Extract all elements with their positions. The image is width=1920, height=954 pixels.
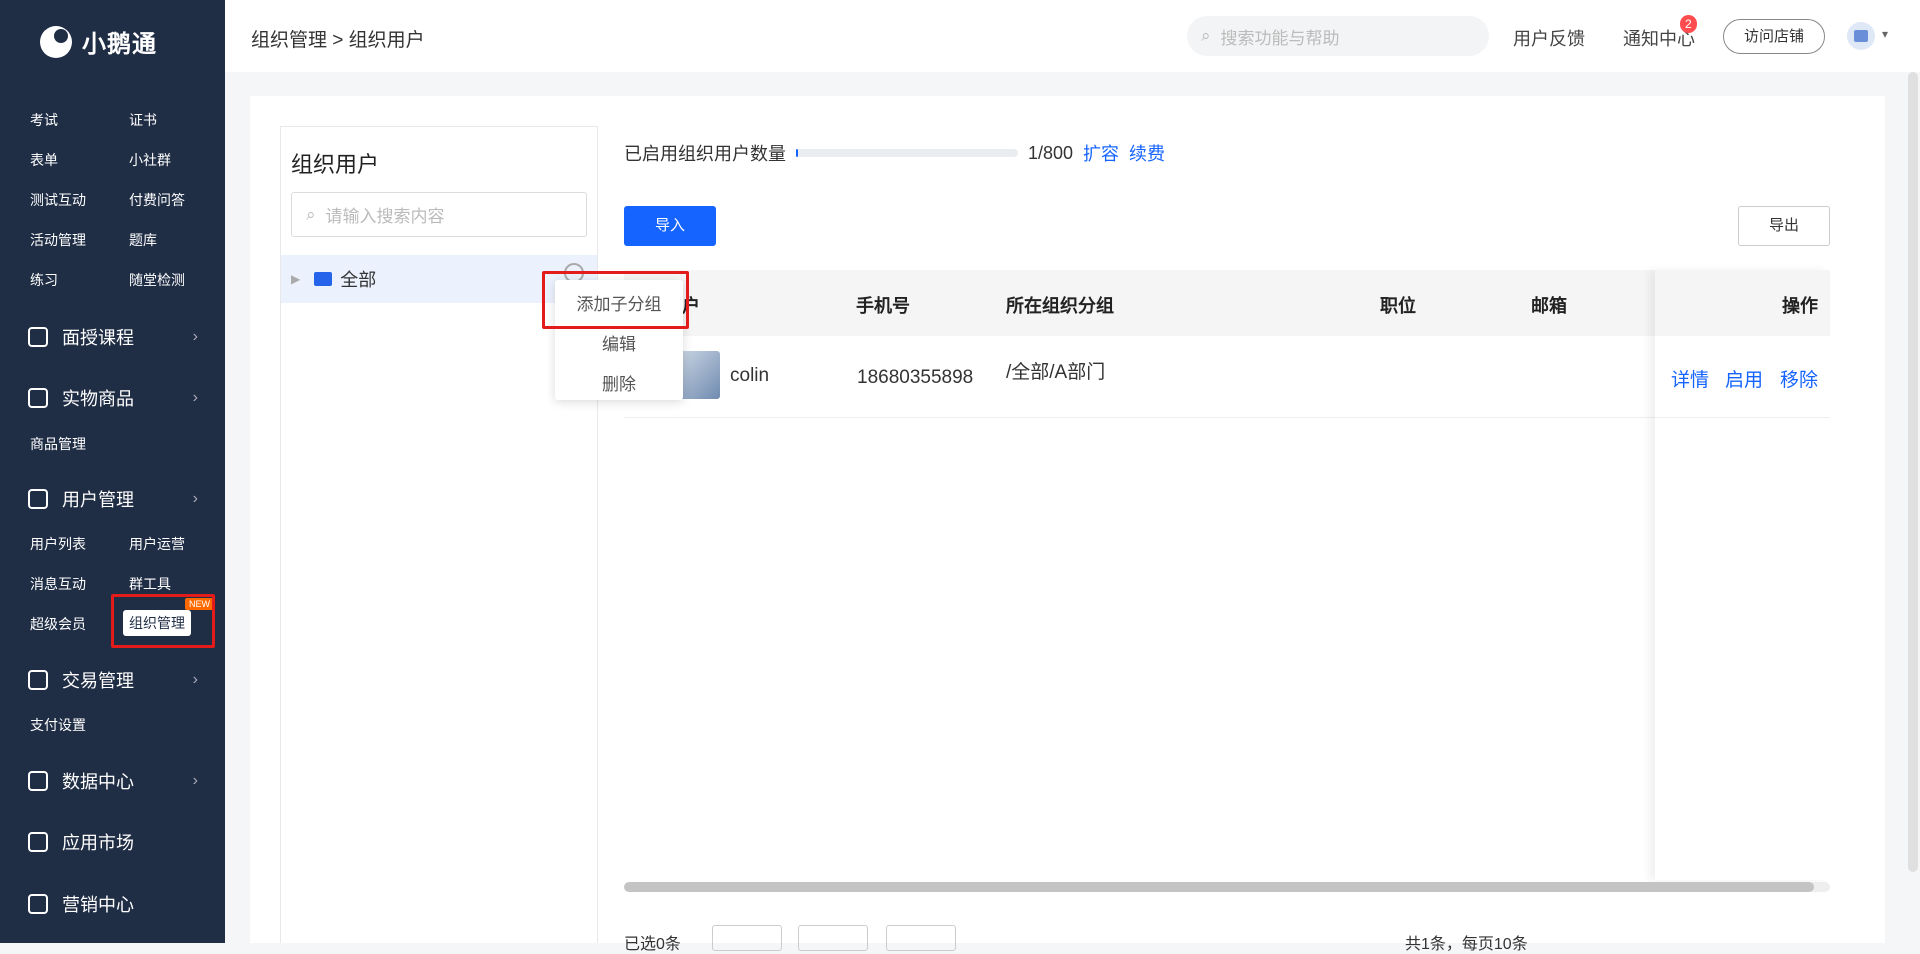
sidebar-item-user-ops[interactable]: 用户运营	[129, 534, 185, 554]
highlight-box-add-subgroup	[542, 271, 689, 329]
chevron-right-icon: ›	[192, 389, 198, 406]
sidebar-item-goods-manage[interactable]: 商品管理	[30, 434, 86, 454]
notify-badge: 2	[1680, 15, 1697, 33]
col-group: 所在组织分组	[1006, 296, 1114, 316]
sidebar-item-question-bank[interactable]: 题库	[129, 230, 157, 250]
pagination-summary: 共1条，每页10条	[1405, 936, 1528, 953]
search-input[interactable]: ⌕ 搜索功能与帮助	[1187, 16, 1489, 56]
feedback-link[interactable]: 用户反馈	[1513, 25, 1585, 51]
sidebar-item-community[interactable]: 小社群	[129, 150, 171, 170]
bulk-action-button[interactable]	[798, 925, 868, 951]
user-gear-icon	[28, 489, 48, 509]
caret-right-icon[interactable]: ▶	[291, 272, 300, 286]
scrollbar-thumb[interactable]	[624, 882, 1814, 892]
usage-counter: 已启用组织用户数量 1/800 扩容 续费	[624, 140, 1165, 166]
chevron-right-icon: ›	[192, 671, 198, 688]
sidebar-item-messages[interactable]: 消息互动	[30, 574, 86, 594]
search-icon: ⌕	[306, 204, 316, 224]
fixed-ops-column	[1655, 270, 1830, 880]
cell-phone: 18680355898	[857, 367, 974, 388]
tree-search-input[interactable]: ⌕ 请输入搜索内容	[291, 192, 587, 237]
usage-progress-bar	[796, 149, 1018, 157]
sidebar: 小鹅通 考试 证书 表单 小社群 测试互动 付费问答 活动管理 题库 练习 随堂…	[0, 0, 225, 943]
sidebar-item-group-tools[interactable]: 群工具	[129, 574, 171, 594]
sidebar-section-trade[interactable]: 交易管理 ›	[28, 667, 198, 693]
col-email: 邮箱	[1531, 296, 1567, 316]
col-phone: 手机号	[856, 296, 910, 316]
selected-count: 已选0条	[624, 936, 681, 953]
cell-group: /全部/A部门	[1006, 362, 1106, 383]
sidebar-item-exam[interactable]: 考试	[30, 110, 58, 130]
highlight-box-org	[111, 594, 215, 648]
sidebar-section-data[interactable]: 数据中心 ›	[28, 768, 198, 794]
bulk-action-button[interactable]	[886, 925, 956, 951]
top-bar: 组织管理 > 组织用户 ⌕ 搜索功能与帮助 用户反馈 通知中心 2 访问店铺 ▾	[225, 0, 1920, 72]
tree-title: 组织用户	[291, 152, 380, 177]
sidebar-item-form[interactable]: 表单	[30, 150, 58, 170]
breadcrumb: 组织管理 > 组织用户	[251, 30, 425, 51]
sidebar-item-super-member[interactable]: 超级会员	[30, 614, 86, 634]
teacher-icon	[28, 327, 48, 347]
sidebar-item-class-test[interactable]: 随堂检测	[129, 270, 185, 290]
search-icon: ⌕	[1201, 26, 1211, 45]
menu-item-edit[interactable]: 编辑	[555, 330, 683, 355]
usage-progress-fill	[796, 149, 799, 157]
org-tree-panel: 组织用户 ⌕ 请输入搜索内容 ▶ 全部	[280, 126, 598, 943]
sidebar-item-activity[interactable]: 活动管理	[30, 230, 86, 250]
sidebar-item-paid-qa[interactable]: 付费问答	[129, 190, 185, 210]
table-row: colin 18680355898 /全部/A部门 详情 启用 移除	[624, 337, 1830, 418]
grid-icon	[28, 832, 48, 852]
sidebar-item-certificate[interactable]: 证书	[129, 110, 157, 130]
megaphone-icon	[28, 894, 48, 914]
sidebar-section-app-market[interactable]: 应用市场	[28, 829, 198, 855]
export-button[interactable]: 导出	[1738, 206, 1830, 246]
sidebar-item-quiz[interactable]: 测试互动	[30, 190, 86, 210]
sidebar-section-goods[interactable]: 实物商品 ›	[28, 385, 198, 411]
sidebar-section-marketing[interactable]: 营销中心	[28, 891, 198, 917]
visit-store-button[interactable]: 访问店铺	[1723, 19, 1825, 54]
brand-logo[interactable]: 小鹅通	[40, 24, 157, 59]
store-avatar-icon[interactable]	[1847, 22, 1875, 50]
sidebar-section-course[interactable]: 面授课程 ›	[28, 324, 198, 350]
expand-link[interactable]: 扩容	[1083, 140, 1119, 166]
sidebar-item-payment-settings[interactable]: 支付设置	[30, 715, 86, 735]
folder-icon	[314, 272, 333, 286]
card-icon	[28, 670, 48, 690]
goose-logo-icon	[40, 25, 72, 58]
chevron-right-icon: ›	[192, 490, 198, 507]
chevron-right-icon: ›	[192, 328, 198, 345]
sidebar-item-practice[interactable]: 练习	[30, 270, 58, 290]
col-position: 职位	[1380, 296, 1416, 316]
chevron-right-icon: ›	[192, 772, 198, 789]
brand-name: 小鹅通	[82, 31, 157, 58]
renew-link[interactable]: 续费	[1129, 140, 1165, 166]
sidebar-section-users[interactable]: 用户管理 ›	[28, 486, 198, 512]
chart-icon	[28, 771, 48, 791]
chevron-down-icon[interactable]: ▾	[1882, 27, 1888, 41]
bulk-action-button[interactable]	[712, 925, 782, 951]
cell-name: colin	[730, 365, 770, 386]
vertical-scrollbar[interactable]	[1908, 72, 1918, 872]
table-header: 用户 手机号 所在组织分组 职位 邮箱 操作	[624, 270, 1830, 336]
horizontal-scrollbar[interactable]	[624, 882, 1830, 892]
import-button[interactable]: 导入	[624, 206, 716, 246]
sidebar-item-user-list[interactable]: 用户列表	[30, 534, 86, 554]
menu-item-delete[interactable]: 删除	[555, 370, 683, 395]
bag-icon	[28, 388, 48, 408]
